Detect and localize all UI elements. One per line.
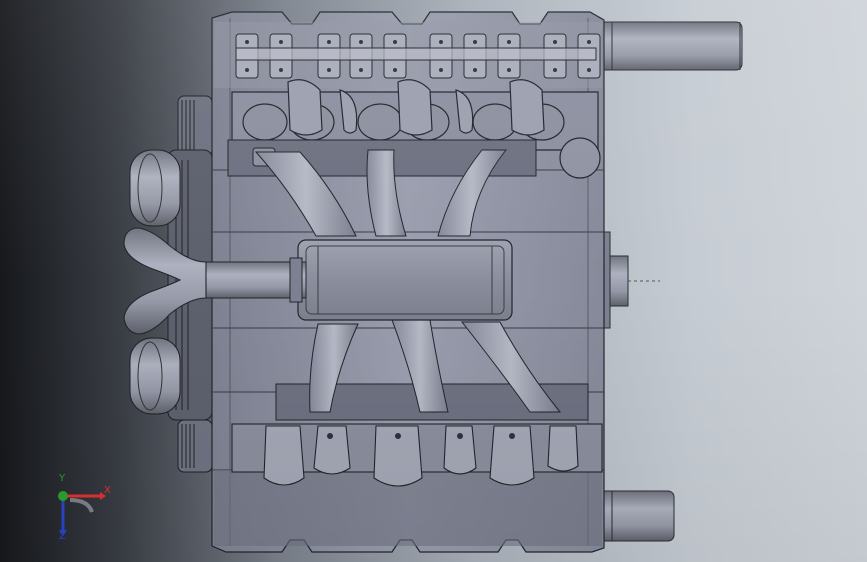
exhaust-pipe-upper[interactable] <box>595 21 743 71</box>
view-orientation-triad[interactable]: X Y Z <box>48 474 118 544</box>
pulley-lower[interactable] <box>129 337 181 415</box>
intake-plenum[interactable] <box>297 239 513 321</box>
pulley-upper[interactable] <box>129 149 181 227</box>
timing-gear-upper[interactable] <box>177 95 213 157</box>
graphics-area[interactable]: X Y Z <box>0 0 867 562</box>
engine-model-top-view[interactable] <box>0 0 867 562</box>
exhaust-pipe-lower[interactable] <box>595 490 675 542</box>
crank-stub[interactable] <box>602 231 660 329</box>
triad-x-label: X <box>104 485 111 496</box>
timing-gear-lower[interactable] <box>177 419 213 473</box>
triad-z-label: Z <box>59 531 66 542</box>
triad-y-label: Y <box>59 473 66 484</box>
